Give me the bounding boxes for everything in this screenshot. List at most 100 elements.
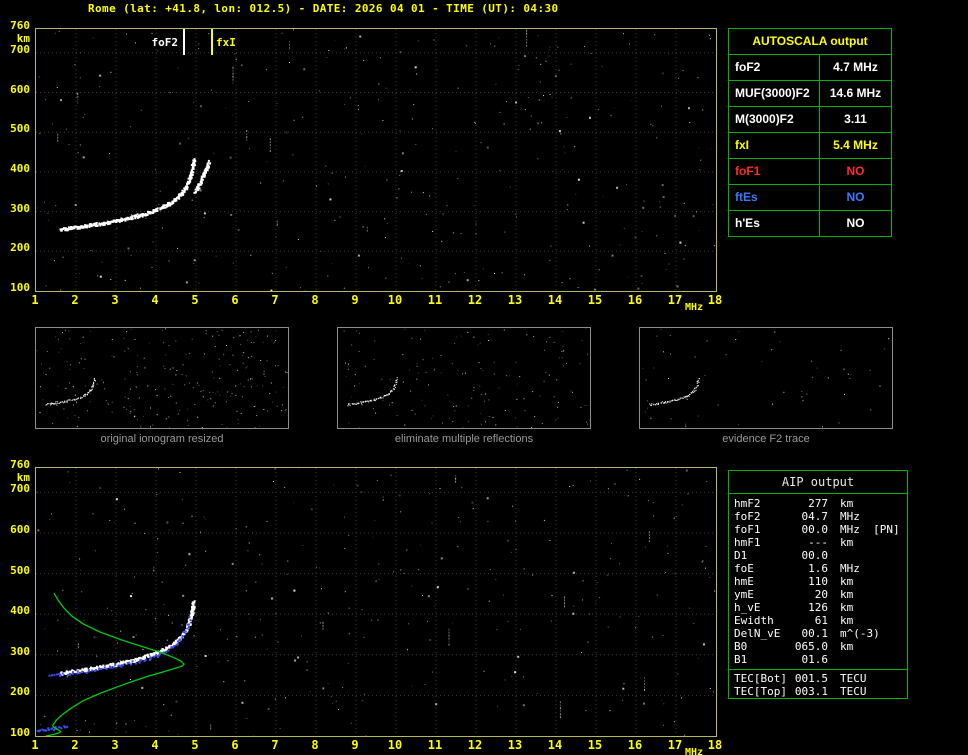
aip-param-value: 61 [814,614,828,627]
thumbnail-caption-3: evidence F2 trace [722,433,810,445]
aip-param-label: TEC[Bot] [734,672,787,685]
aip-row-TEC[Bot]: TEC[Bot] 001.5 TECU [729,672,907,685]
ionogram-ytick-500: 500 [10,122,30,136]
aip-param-value: 04.7 [801,510,829,523]
aip-param-label: hmF2 [734,497,761,510]
thumbnail-canvas-2 [343,328,591,429]
aip-param-label: hmE [734,575,754,588]
ionogram-xtick-11: 11 [427,293,443,307]
aip-row-hmF2: hmF2 277 km [729,497,907,510]
restored-xtick-9: 9 [351,738,359,752]
aip-param-unit: km [840,601,854,614]
thumbnail-3 [639,327,893,429]
restored-xtick-13: 13 [507,738,523,752]
aip-param-label: hmF1 [734,536,761,549]
ionogram-xtick-4: 4 [151,293,159,307]
ionogram-xtick-15: 15 [587,293,603,307]
restored-xtick-1: 1 [31,738,39,752]
aip-table-title: AIP output [729,471,907,494]
restored-ytick-300: 300 [10,644,30,658]
restored-xtick-7: 7 [271,738,279,752]
aip-param-unit: TECU [840,685,867,698]
autoscala-param-value: NO [846,216,865,230]
fxi-marker-label: fxI [215,36,237,49]
restored-ytick-200: 200 [10,685,30,699]
aip-param-unit [828,549,840,562]
aip-param-unit: km [840,536,854,549]
aip-param-label: ymE [734,588,754,601]
restored-ytick-400: 400 [10,604,30,618]
autoscala-table-rows: foF2 4.7 MHz MUF(3000)F2 14.6 MHz M(3000)F2 3… [729,54,891,236]
autoscala-table-title: AUTOSCALA output [752,34,868,48]
restored-xtick-2: 2 [71,738,79,752]
aip-param-unit: m^(-3) [840,627,880,640]
autoscala-param-value: NO [846,164,865,178]
autoscala-screen: Rome (lat: +41.8, lon: 012.5) - DATE: 20… [0,0,968,755]
autoscala-param-label: h'Es [729,211,820,236]
autoscala-param-value: 5.4 MHz [833,138,878,152]
autoscala-row-ftEs: ftEs NO [729,184,891,210]
autoscala-row-M(3000)F2: M(3000)F2 3.11 [729,106,891,132]
aip-param-label: TEC[Top] [734,685,787,698]
aip-param-label: D1 [734,549,748,562]
autoscala-param-label: foF2 [729,55,820,80]
aip-param-label: foF1 [734,523,761,536]
aip-param-unit: km [840,497,854,510]
ionogram-ytick-400: 400 [10,161,30,175]
ionogram-xtick-12: 12 [467,293,483,307]
ionogram-xtick-1: 1 [31,293,39,307]
aip-table-rows: hmF2 277 km foF2 04.7 MHz foF1 00.0 MHz [PN] hmF1… [729,494,907,698]
ionogram-xtick-10: 10 [387,293,403,307]
aip-param-label: DelN_vE [734,627,781,640]
ionogram-xtick-18: 18 [707,293,723,307]
aip-param-unit: TECU [840,672,867,685]
restored-ionogram-plot [35,467,717,737]
ionogram-ytick-200: 200 [10,241,30,255]
restored-xtick-4: 4 [151,738,159,752]
thumbnail-2 [337,327,591,429]
restored-ytick-700: 700 [10,482,30,496]
aip-row-foE: foE 1.6 MHz [729,562,907,575]
restored-xtick-12: 12 [467,738,483,752]
ionogram-xtick-13: 13 [507,293,523,307]
restored-xtick-11: 11 [427,738,443,752]
restored-xtick-8: 8 [311,738,319,752]
ionogram-xtick-9: 9 [351,293,359,307]
aip-param-value: 277 [808,497,828,510]
autoscala-row-h'Es: h'Es NO [729,210,891,236]
aip-param-value: 01.6 [801,653,829,666]
ionogram-xtick-3: 3 [111,293,119,307]
aip-row-foF1: foF1 00.0 MHz [PN] [729,523,907,536]
autoscala-row-foF1: foF1 NO [729,158,891,184]
aip-row-hmE: hmE 110 km [729,575,907,588]
restored-xtick-18: 18 [707,738,723,752]
aip-param-label: B0 [734,640,748,653]
autoscala-param-label: MUF(3000)F2 [729,81,820,106]
ionogram-ytick-700: 700 [10,42,30,56]
ionogram-x-axis-unit: MHz [685,302,704,313]
aip-param-label: Ewidth [734,614,774,627]
ionogram-xtick-14: 14 [547,293,563,307]
aip-param-value: 1.6 [808,562,828,575]
aip-output-table: AIP output hmF2 277 km foF2 04.7 MHz foF1 00.0 M… [728,470,908,699]
aip-param-label: foE [734,562,754,575]
aip-row-h_vE: h_vE 126 km [729,601,907,614]
ionogram-xtick-5: 5 [191,293,199,307]
autoscala-param-value: 3.11 [844,112,867,126]
aip-param-value: 00.1 [801,627,829,640]
thumbnail-caption-2: eliminate multiple reflections [394,433,534,445]
aip-param-unit: km [840,640,854,653]
thumbnail-canvas-3 [642,328,890,428]
aip-row-B0: B0 065.0 km [729,640,907,653]
ionogram-y-axis-unit: km [16,32,30,45]
aip-row-D1: D1 00.0 [729,549,907,562]
restored-xtick-15: 15 [587,738,603,752]
autoscala-param-label: foF1 [729,159,820,184]
aip-row-DelN_vE: DelN_vE 00.1 m^(-3) [729,627,907,640]
restored-xtick-16: 16 [627,738,643,752]
aip-param-label: h_vE [734,601,761,614]
restored-ytick-600: 600 [10,522,30,536]
aip-param-value: 003.1 [794,685,828,698]
thumbnail-caption-1: original ionogram resized [100,433,224,445]
restored-ytick-500: 500 [10,563,30,577]
